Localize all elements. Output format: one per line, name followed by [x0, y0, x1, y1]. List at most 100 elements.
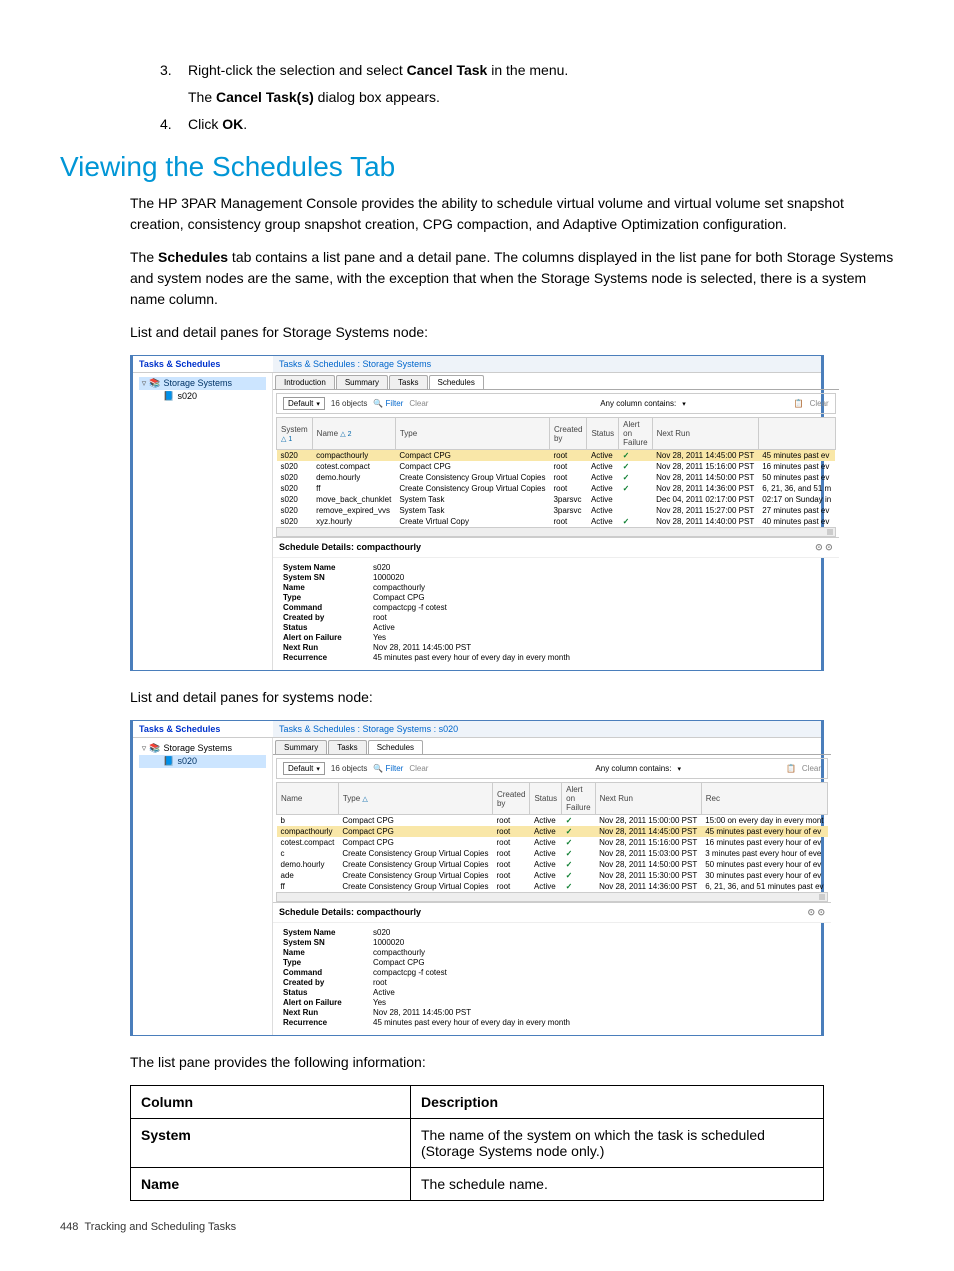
tab-schedules[interactable]: Schedules — [429, 375, 484, 389]
column-header[interactable] — [758, 418, 835, 450]
detail-value: 1000020 — [373, 573, 829, 582]
table-cell: Create Consistency Group Virtual Copies — [395, 483, 549, 494]
column-header[interactable]: Rec — [701, 783, 827, 815]
table-cell — [619, 505, 652, 516]
column-description-table: Column Description SystemThe name of the… — [130, 1085, 824, 1201]
node-icon: 📘 — [163, 756, 175, 767]
table-cell: ✓ — [562, 837, 595, 848]
clear-link-2[interactable]: Clear — [810, 399, 829, 408]
table-cell: demo.hourly — [312, 472, 395, 483]
table-cell: Create Consistency Group Virtual Copies — [338, 870, 492, 881]
table-row[interactable]: adeCreate Consistency Group Virtual Copi… — [277, 870, 828, 881]
table-cell: Nov 28, 2011 14:45:00 PST — [595, 826, 701, 837]
table-cell: s020 — [277, 472, 313, 483]
tab-schedules[interactable]: Schedules — [368, 740, 423, 754]
column-header[interactable]: Name — [277, 783, 339, 815]
table-row[interactable]: cCreate Consistency Group Virtual Copies… — [277, 848, 828, 859]
clear-link[interactable]: Clear — [409, 764, 428, 773]
horizontal-scrollbar[interactable] — [276, 527, 836, 537]
table-cell: root — [549, 483, 586, 494]
list-toolbar: Default▾ 16 objects 🔍 Filter Clear Any c… — [276, 758, 828, 779]
table-row[interactable]: s020remove_expired_vvsSystem Task3parsvc… — [277, 505, 836, 516]
tab-tasks[interactable]: Tasks — [328, 740, 366, 754]
check-icon: ✓ — [623, 473, 630, 482]
export-icon[interactable]: 📋 — [794, 399, 804, 408]
detail-icons[interactable]: ⊙ ⊙ — [807, 907, 825, 918]
table-row[interactable]: s020move_back_chunkletSystem Task3parsvc… — [277, 494, 836, 505]
caret-icon: ▾ — [677, 765, 681, 773]
table-cell: Nov 28, 2011 14:50:00 PST — [652, 472, 758, 483]
table-cell: cotest.compact — [277, 837, 339, 848]
detail-label: Status — [283, 988, 373, 997]
nav-label: Storage Systems — [164, 743, 233, 753]
filter-link[interactable]: 🔍 Filter — [373, 764, 403, 773]
table-row[interactable]: compacthourlyCompact CPGrootActive✓Nov 2… — [277, 826, 828, 837]
breadcrumb: Tasks & Schedules : Storage Systems : s0… — [273, 721, 821, 738]
table-cell: root — [492, 870, 529, 881]
table-row[interactable]: ffCreate Consistency Group Virtual Copie… — [277, 881, 828, 892]
table-cell: Nov 28, 2011 14:36:00 PST — [652, 483, 758, 494]
detail-row: Commandcompactcpg -f cotest — [283, 602, 829, 612]
filter-link[interactable]: 🔍 Filter — [373, 399, 403, 408]
table-cell: Active — [587, 472, 619, 483]
table-cell: root — [492, 815, 529, 827]
column-header[interactable]: Type — [395, 418, 549, 450]
check-icon: ✓ — [566, 871, 573, 880]
table-row: SystemThe name of the system on which th… — [131, 1119, 824, 1168]
column-header[interactable]: Status — [587, 418, 619, 450]
table-cell: Compact CPG — [338, 815, 492, 827]
detail-label: System SN — [283, 938, 373, 947]
horizontal-scrollbar[interactable] — [276, 892, 828, 902]
page-footer: 448 Tracking and Scheduling Tasks — [60, 1221, 894, 1233]
column-header[interactable]: Alert on Failure — [562, 783, 595, 815]
detail-row: Alert on FailureYes — [283, 632, 829, 642]
column-header[interactable]: System △ 1 — [277, 418, 313, 450]
tab-summary[interactable]: Summary — [275, 740, 327, 754]
table-cell: Active — [530, 870, 562, 881]
table-row[interactable]: s020cotest.compactCompact CPGrootActive✓… — [277, 461, 836, 472]
table-row[interactable]: s020demo.hourlyCreate Consistency Group … — [277, 472, 836, 483]
table-cell: s020 — [277, 494, 313, 505]
caret-icon: ▾ — [316, 400, 320, 408]
detail-row: System Names020 — [283, 562, 829, 572]
detail-row: StatusActive — [283, 987, 821, 997]
column-header[interactable]: Alert on Failure — [619, 418, 652, 450]
detail-icons[interactable]: ⊙ ⊙ — [815, 542, 833, 553]
detail-label: Created by — [283, 978, 373, 987]
table-cell: ✓ — [619, 472, 652, 483]
column-header[interactable]: Type △ — [338, 783, 492, 815]
table-cell: compacthourly — [277, 826, 339, 837]
table-row[interactable]: s020xyz.hourlyCreate Virtual CopyrootAct… — [277, 516, 836, 527]
table-row[interactable]: bCompact CPGrootActive✓Nov 28, 2011 15:0… — [277, 815, 828, 827]
nav-tree-item[interactable]: ▿📚 Storage Systems — [139, 742, 266, 755]
detail-row: Next RunNov 28, 2011 14:45:00 PST — [283, 642, 829, 652]
detail-row: Namecompacthourly — [283, 582, 829, 592]
nav-tree-item[interactable]: ▿📚 Storage Systems — [139, 377, 266, 390]
column-header[interactable]: Created by — [492, 783, 529, 815]
table-row[interactable]: s020compacthourlyCompact CPGrootActive✓N… — [277, 450, 836, 462]
table-row[interactable]: s020ffCreate Consistency Group Virtual C… — [277, 483, 836, 494]
tab-introduction[interactable]: Introduction — [275, 375, 335, 389]
column-header[interactable]: Next Run — [652, 418, 758, 450]
tab-tasks[interactable]: Tasks — [389, 375, 427, 389]
column-header[interactable]: Created by — [549, 418, 586, 450]
view-dropdown[interactable]: Default▾ — [283, 762, 325, 775]
tab-summary[interactable]: Summary — [336, 375, 388, 389]
detail-value: compacthourly — [373, 583, 829, 592]
table-cell: System Task — [395, 505, 549, 516]
table-cell: Compact CPG — [395, 450, 549, 462]
nav-tree-item[interactable]: 📘 s020 — [139, 755, 266, 768]
nav-tree-item[interactable]: 📘 s020 — [139, 390, 266, 403]
column-header[interactable]: Next Run — [595, 783, 701, 815]
view-dropdown[interactable]: Default▾ — [283, 397, 325, 410]
export-icon[interactable]: 📋 — [786, 764, 796, 773]
caret-icon: ▾ — [682, 400, 686, 408]
column-header[interactable]: Status — [530, 783, 562, 815]
table-row[interactable]: demo.hourlyCreate Consistency Group Virt… — [277, 859, 828, 870]
desc-col-value: The name of the system on which the task… — [411, 1119, 824, 1168]
table-row[interactable]: cotest.compactCompact CPGrootActive✓Nov … — [277, 837, 828, 848]
column-header[interactable]: Name △ 2 — [312, 418, 395, 450]
check-icon: ✓ — [566, 816, 573, 825]
clear-link[interactable]: Clear — [409, 399, 428, 408]
clear-link-2[interactable]: Clear — [802, 764, 821, 773]
